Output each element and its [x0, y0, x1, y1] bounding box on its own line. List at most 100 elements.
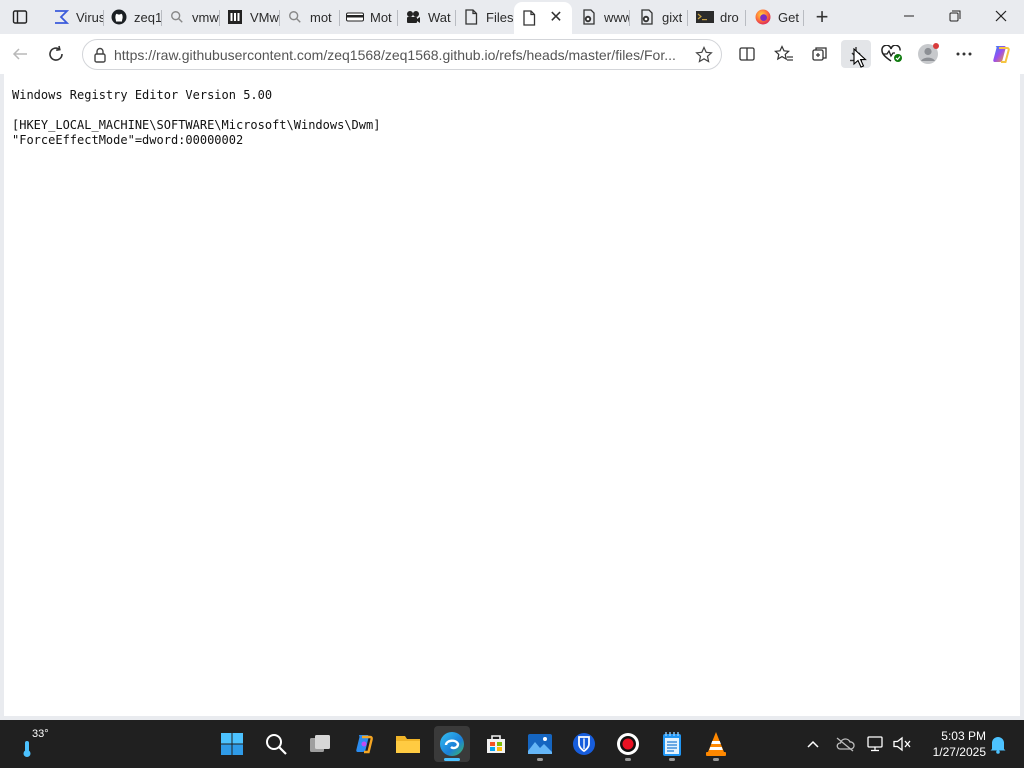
- microsoft-store-button[interactable]: [478, 726, 514, 762]
- tab-label: Files: [486, 9, 514, 25]
- tab-label: zeq1: [134, 9, 162, 25]
- copilot-doc-icon: [638, 8, 656, 26]
- tab-active-raw-file[interactable]: ✕: [514, 2, 572, 34]
- show-hidden-icons-button[interactable]: [801, 732, 825, 756]
- recorder-button[interactable]: [610, 726, 646, 762]
- taskbar-search-button[interactable]: [258, 726, 294, 762]
- task-view-button[interactable]: [302, 726, 338, 762]
- document-icon: [520, 9, 538, 27]
- volume-tray-icon[interactable]: [890, 732, 914, 756]
- tab-get-firefox[interactable]: Get: [748, 4, 804, 30]
- copilot-icon: [356, 735, 373, 754]
- notifications-button[interactable]: [986, 732, 1010, 756]
- volume-muted-icon: [893, 736, 911, 752]
- tab-label: Mot: [370, 9, 392, 25]
- tab-dro[interactable]: dro: [690, 4, 746, 30]
- mouse-cursor-icon: [853, 48, 867, 68]
- notepad-button[interactable]: [654, 726, 690, 762]
- tab-www[interactable]: www: [574, 4, 630, 30]
- photos-app-button[interactable]: [522, 726, 558, 762]
- close-window-button[interactable]: [978, 0, 1024, 32]
- restore-icon: [949, 10, 961, 22]
- close-icon: [995, 10, 1007, 22]
- firefox-icon: [754, 8, 772, 26]
- weather-widget[interactable]: 33°: [18, 728, 58, 760]
- tab-files[interactable]: Files: [456, 4, 514, 30]
- text-line: [HKEY_LOCAL_MACHINE\SOFTWARE\Microsoft\W…: [12, 118, 381, 132]
- browser-essentials-button[interactable]: [877, 40, 907, 68]
- open-app-indicator: [669, 758, 675, 761]
- copilot-doc-icon: [580, 8, 598, 26]
- tab-label: vmw: [192, 9, 219, 25]
- edge-icon: [440, 732, 464, 756]
- back-button[interactable]: [6, 40, 34, 68]
- photos-icon: [528, 734, 552, 754]
- collections-button[interactable]: [805, 40, 835, 68]
- plus-icon: +: [815, 4, 829, 29]
- tab-watch[interactable]: Wat: [398, 4, 456, 30]
- refresh-button[interactable]: [42, 40, 70, 68]
- copilot-icon: [993, 46, 1010, 63]
- network-tray-icon[interactable]: [864, 732, 888, 756]
- minimize-button[interactable]: [886, 0, 932, 32]
- tab-virustotal[interactable]: Virus: [46, 4, 104, 30]
- weather-temp: 33°: [32, 728, 49, 740]
- tab-label: Virus: [76, 9, 104, 25]
- bank-icon: [226, 8, 244, 26]
- clock-date: 1/27/2025: [932, 745, 986, 759]
- favorites-button[interactable]: [769, 40, 799, 68]
- tab-label: dro: [720, 9, 739, 25]
- file-explorer-button[interactable]: [390, 726, 426, 762]
- avatar-icon: [918, 43, 939, 64]
- network-icon: [867, 736, 883, 752]
- tab-mot[interactable]: Mot: [340, 4, 398, 30]
- split-screen-icon: [739, 47, 755, 61]
- minimize-icon: [904, 15, 914, 17]
- task-view-icon: [310, 735, 330, 752]
- page-content: Windows Registry Editor Version 5.00 [HK…: [4, 74, 1020, 716]
- close-tab-icon[interactable]: ✕: [548, 9, 564, 26]
- address-bar[interactable]: https://raw.githubusercontent.com/zeq156…: [82, 39, 722, 70]
- split-screen-button[interactable]: [732, 40, 762, 68]
- keyboard-icon: [346, 8, 364, 26]
- refresh-icon: [49, 45, 63, 61]
- url-text[interactable]: https://raw.githubusercontent.com/zeq156…: [114, 47, 688, 63]
- text-line: "ForceEffectMode"=dword:00000002: [12, 133, 244, 147]
- restore-button[interactable]: [932, 0, 978, 32]
- cloud-off-icon: [836, 737, 855, 752]
- tab-search-mot[interactable]: mot: [280, 4, 340, 30]
- edge-browser-button[interactable]: [434, 726, 470, 762]
- settings-more-button[interactable]: [949, 40, 979, 68]
- tab-actions-button[interactable]: [6, 4, 34, 30]
- record-icon: [617, 733, 639, 755]
- open-app-indicator: [537, 758, 543, 761]
- tab-label: VMw: [250, 9, 279, 25]
- onedrive-tray-icon[interactable]: [833, 732, 857, 756]
- system-clock[interactable]: 5:03 PM 1/27/2025: [916, 728, 986, 760]
- new-tab-button[interactable]: +: [810, 4, 834, 29]
- tab-label: Get: [778, 9, 799, 25]
- search-icon: [168, 8, 186, 26]
- start-button[interactable]: [214, 726, 250, 762]
- tab-search-vmw[interactable]: vmw: [162, 4, 220, 30]
- windows-logo-icon: [221, 733, 243, 755]
- tab-gixt[interactable]: gixt: [632, 4, 688, 30]
- profile-button[interactable]: [913, 40, 943, 68]
- notepad-icon: [663, 732, 681, 756]
- back-arrow-icon: [12, 48, 27, 60]
- favorite-star-button[interactable]: [693, 44, 715, 66]
- heartbeat-icon: [881, 45, 902, 62]
- tab-vmware[interactable]: VMw: [220, 4, 280, 30]
- thermometer-icon: [23, 741, 31, 757]
- bitwarden-button[interactable]: [566, 726, 602, 762]
- folder-icon: [396, 736, 420, 753]
- tab-strip: Virus zeq1 vmw VMw mot Mot Wat Files ✕ w…: [0, 0, 1024, 34]
- film-icon: [404, 8, 422, 26]
- tab-github[interactable]: zeq1: [104, 4, 162, 30]
- vlc-button[interactable]: [698, 726, 734, 762]
- vlc-cone-icon: [706, 732, 726, 756]
- copilot-app-button[interactable]: [346, 726, 382, 762]
- lock-icon[interactable]: [91, 46, 109, 64]
- chevron-up-icon: [807, 740, 819, 748]
- copilot-button[interactable]: [986, 40, 1016, 68]
